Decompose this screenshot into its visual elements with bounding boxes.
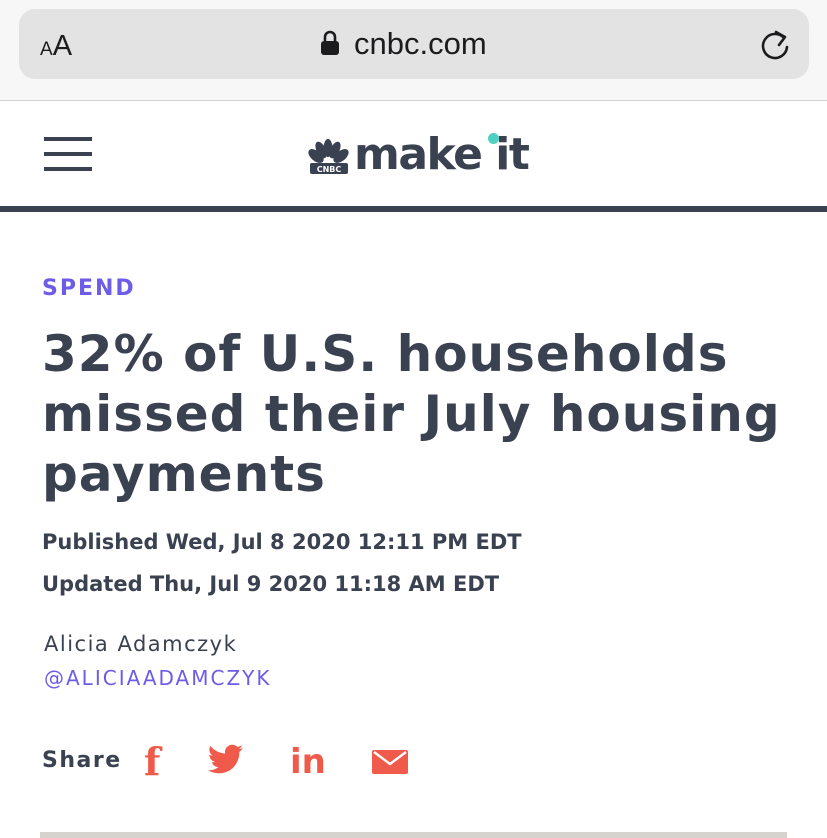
hero-image-edge <box>40 832 787 838</box>
twitter-icon[interactable] <box>208 744 244 774</box>
menu-icon[interactable] <box>44 137 92 171</box>
section-kicker[interactable]: SPEND <box>42 276 136 301</box>
url-domain[interactable]: cnbc.com <box>354 24 487 64</box>
published-date: Published Wed, Jul 8 2020 12:11 PM EDT <box>42 530 522 554</box>
facebook-icon[interactable]: f <box>144 742 160 782</box>
text-size-large-glyph: A <box>52 30 73 62</box>
text-size-small-glyph: A <box>40 39 53 60</box>
brand-mark-text: CNBC <box>317 165 342 174</box>
lock-icon <box>321 30 339 55</box>
author-name[interactable]: Alicia Adamczyk <box>44 632 237 656</box>
browser-toolbar: AA cnbc.com <box>0 0 827 101</box>
header-divider <box>0 206 827 212</box>
author-handle[interactable]: @ALICIAADAMCZYK <box>44 666 272 690</box>
text-size-button[interactable]: AA <box>40 30 72 63</box>
reload-icon[interactable] <box>758 27 792 63</box>
updated-date: Updated Thu, Jul 9 2020 11:18 AM EDT <box>42 572 500 596</box>
cnbc-peacock-logo[interactable]: CNBC <box>308 130 350 180</box>
email-icon[interactable] <box>372 750 408 774</box>
linkedin-icon[interactable]: in <box>290 744 326 780</box>
make-it-logo[interactable]: make it <box>354 130 530 180</box>
share-label: Share <box>42 748 122 773</box>
logo-dot <box>488 133 499 144</box>
article-headline: 32% of U.S. households missed their July… <box>42 325 781 503</box>
